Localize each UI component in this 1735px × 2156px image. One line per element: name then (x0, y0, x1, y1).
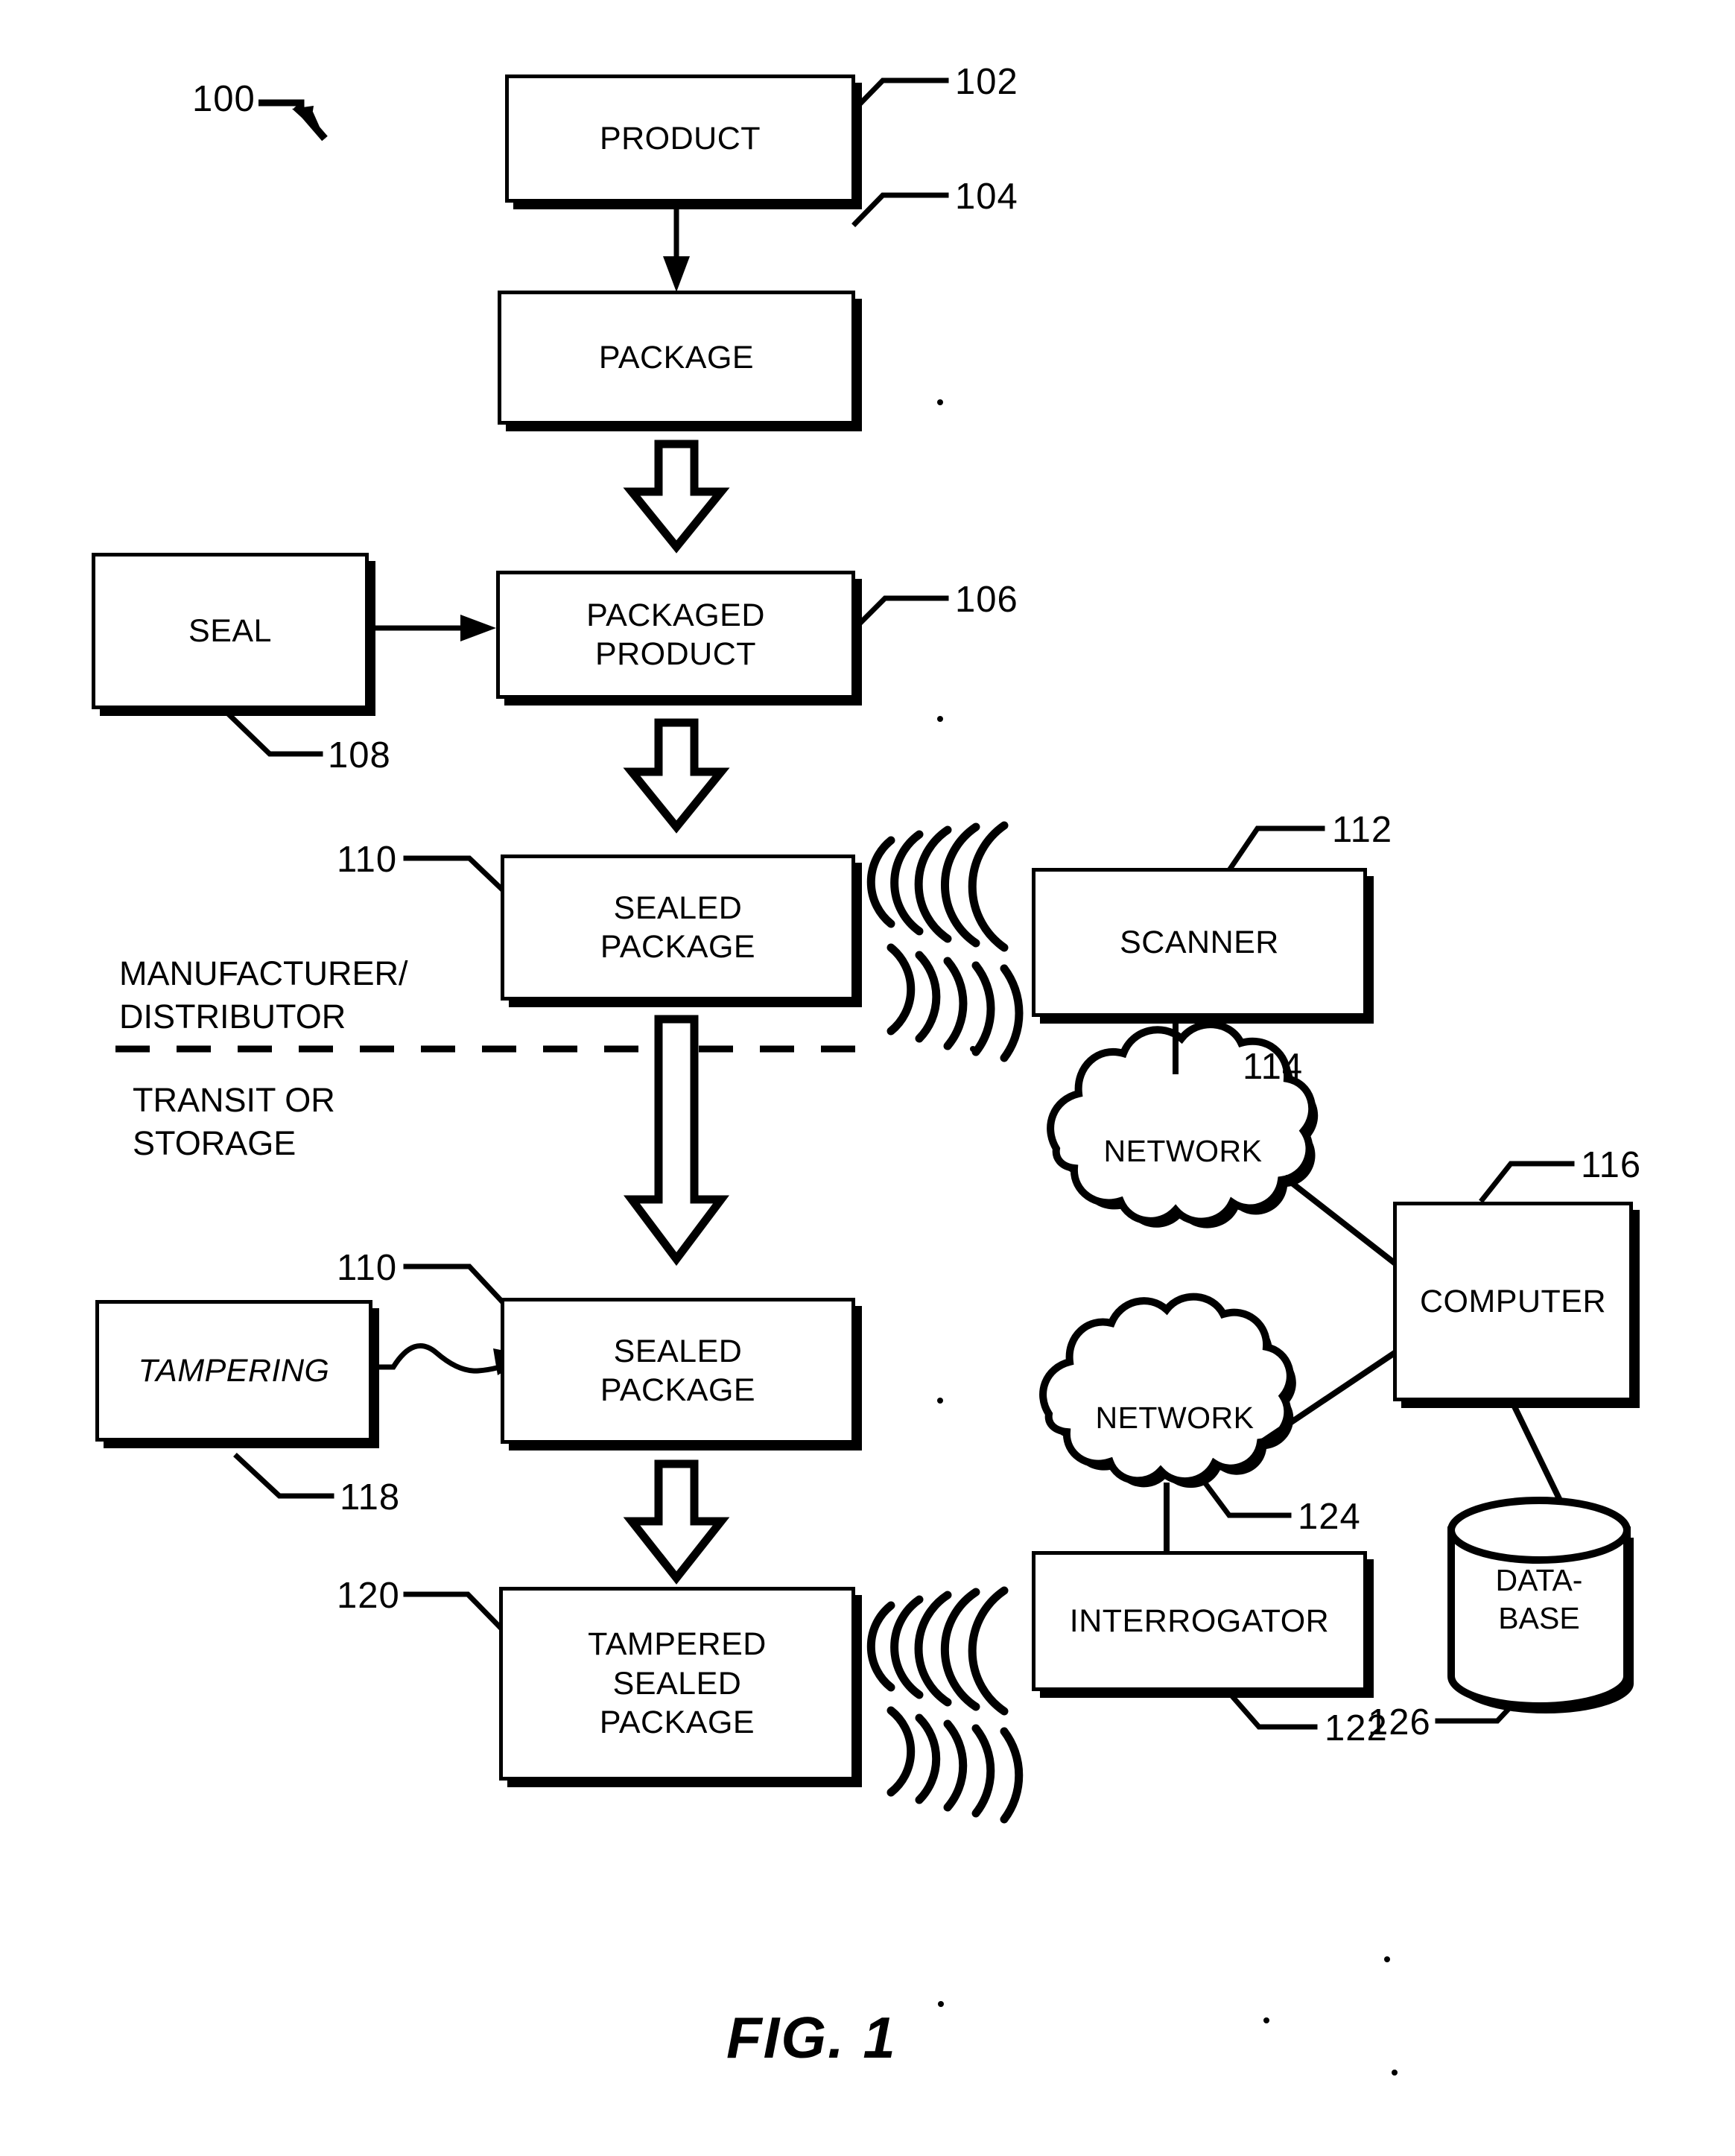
system-numeral-leader (258, 99, 328, 142)
node-scanner-label: SCANNER (1120, 924, 1279, 960)
node-sealed-package-2[interactable]: SEALED PACKAGE (501, 1298, 855, 1444)
block-arrow-sealed-to-tampered (623, 1459, 730, 1585)
node-scanner[interactable]: SCANNER (1032, 868, 1367, 1017)
leader-112 (1225, 825, 1325, 874)
node-tampered-sealed-package-label: TAMPERED SEALED PACKAGE (588, 1626, 767, 1741)
block-arrow-packaged-to-sealed (623, 718, 730, 834)
numeral-110-b: 110 (337, 1248, 398, 1288)
node-sealed-package-1-label: SEALED PACKAGE (600, 890, 756, 965)
leader-124 (1197, 1474, 1292, 1518)
leader-104 (851, 192, 949, 227)
scan-specks (937, 399, 1398, 2076)
node-computer-label: COMPUTER (1419, 1283, 1607, 1319)
node-tampered-sealed-package[interactable]: TAMPERED SEALED PACKAGE (499, 1587, 855, 1781)
leader-108 (221, 707, 323, 757)
node-interrogator-label: INTERROGATOR (1069, 1602, 1330, 1639)
numeral-102: 102 (955, 62, 1018, 102)
numeral-108: 108 (328, 735, 391, 776)
leader-116 (1479, 1161, 1575, 1203)
patent-figure-canvas: PRODUCT PACKAGE SEAL PACKAGED PRODUCT SE… (0, 0, 1735, 2156)
numeral-100: 100 (192, 79, 256, 119)
leader-106 (853, 595, 949, 630)
wavy-arrow-tampering-to-sealed-package (372, 1343, 516, 1374)
node-database-label: DATA- BASE (1495, 1563, 1583, 1636)
rf-waves-interrogator (866, 1586, 1024, 1824)
reference-leader-lines (221, 77, 1575, 1730)
node-interrogator[interactable]: INTERROGATOR (1032, 1551, 1367, 1691)
numeral-124: 124 (1298, 1497, 1361, 1537)
rf-waves-scanner (866, 821, 1024, 1062)
figure-caption: FIG. 1 (726, 2005, 897, 2070)
numeral-118: 118 (340, 1477, 401, 1518)
leader-102 (851, 77, 949, 112)
node-sealed-package-1[interactable]: SEALED PACKAGE (501, 855, 855, 1001)
numeral-120: 120 (337, 1576, 400, 1616)
cloud-network-bottom (1039, 1293, 1294, 1486)
node-product-label: PRODUCT (599, 120, 761, 156)
phase-label-lower: TRANSIT OR STORAGE (133, 1081, 335, 1162)
numeral-106: 106 (955, 580, 1018, 620)
numeral-110-a: 110 (337, 840, 398, 880)
block-arrow-transit (624, 1015, 729, 1266)
node-tampering[interactable]: TAMPERING (95, 1300, 372, 1442)
leader-110-b (403, 1264, 504, 1304)
node-seal-label: SEAL (188, 612, 272, 649)
numeral-112: 112 (1332, 810, 1393, 850)
link-network-top-to-computer (1282, 1174, 1401, 1269)
numeral-116: 116 (1581, 1145, 1642, 1185)
link-computer-to-database (1511, 1404, 1566, 1508)
node-network-top-label: NETWORK (1103, 1134, 1263, 1168)
node-sealed-package-2-label: SEALED PACKAGE (600, 1333, 756, 1408)
node-tampering-label: TAMPERING (138, 1352, 330, 1389)
phase-label-upper: MANUFACTURER/ DISTRIBUTOR (119, 954, 408, 1036)
leader-118 (233, 1453, 334, 1499)
numeral-126: 126 (1368, 1702, 1431, 1743)
block-arrow-package-to-packaged-product (623, 440, 730, 554)
numeral-114: 114 (1243, 1047, 1304, 1087)
node-network-bottom-label: NETWORK (1095, 1401, 1255, 1435)
numeral-104: 104 (955, 177, 1018, 217)
leader-110-a (403, 855, 504, 892)
leader-126 (1435, 1681, 1535, 1724)
node-packaged-product[interactable]: PACKAGED PRODUCT (496, 571, 855, 699)
leader-114 (1144, 1062, 1236, 1103)
diagram-vector-layer (115, 77, 1634, 2076)
node-package[interactable]: PACKAGE (498, 291, 855, 425)
node-package-label: PACKAGE (598, 339, 755, 375)
leader-120 (403, 1591, 503, 1630)
node-packaged-product-label: PACKAGED PRODUCT (586, 597, 765, 672)
node-seal[interactable]: SEAL (92, 553, 369, 709)
leader-122 (1224, 1687, 1318, 1730)
node-product[interactable]: PRODUCT (505, 74, 855, 203)
node-computer[interactable]: COMPUTER (1393, 1202, 1633, 1401)
